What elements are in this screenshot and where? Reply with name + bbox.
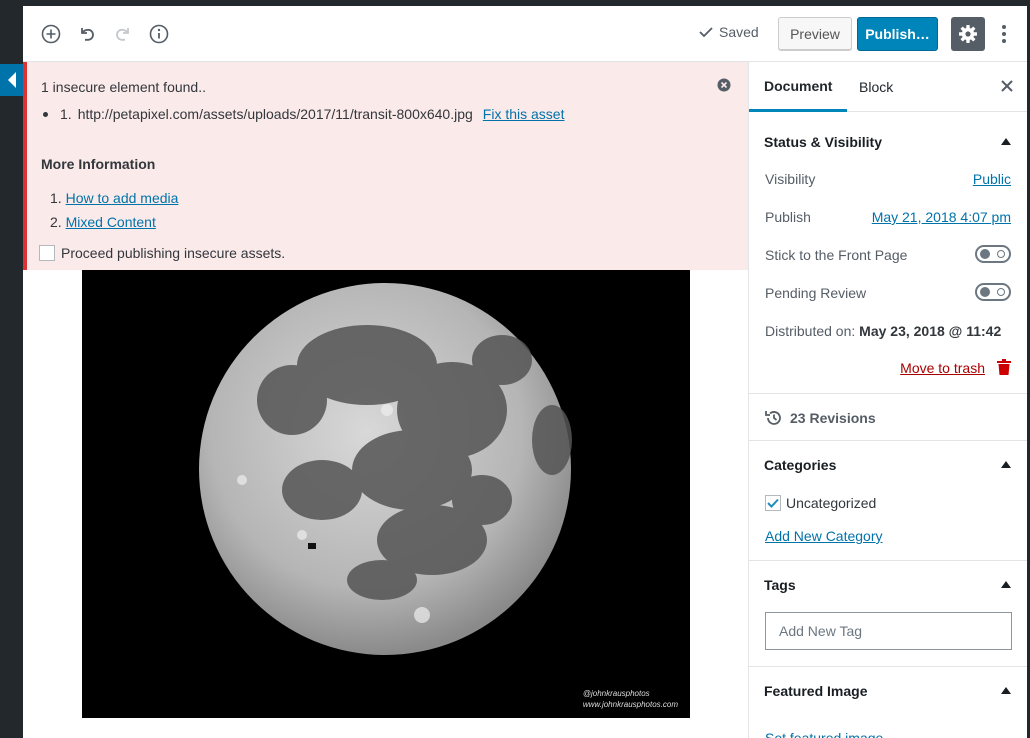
gear-icon: [959, 25, 977, 43]
sticky-label: Stick to the Front Page: [765, 247, 908, 263]
category-item[interactable]: Uncategorized: [765, 495, 876, 511]
sidebar-tabs: Document Block: [749, 62, 1027, 112]
checkmark-icon: [767, 498, 779, 508]
toggle-off-ring-icon: [997, 250, 1005, 258]
checkmark-icon: [699, 27, 713, 38]
watermark-site: www.johnkrausphotos.com: [582, 700, 678, 709]
tab-block[interactable]: Block: [859, 62, 893, 112]
proceed-checkbox[interactable]: [39, 245, 55, 261]
settings-button[interactable]: [951, 17, 985, 51]
editor-header: Saved Preview Publish…: [23, 6, 1027, 62]
asset-number: 1.: [60, 106, 72, 122]
saved-label: Saved: [719, 24, 759, 40]
history-icon: [765, 411, 781, 425]
more-options-button[interactable]: [993, 22, 1015, 46]
category-checkbox[interactable]: [765, 495, 781, 511]
divider: [749, 393, 1027, 394]
distributed-info: Distributed on: May 23, 2018 @ 11:42: [765, 323, 1001, 339]
collapse-arrow-icon: [8, 72, 16, 88]
insecure-asset-item: 1. http://petapixel.com/assets/uploads/2…: [41, 106, 565, 122]
toggle-knob: [980, 287, 990, 297]
tab-document[interactable]: Document: [749, 62, 848, 112]
vertical-ellipsis-icon: [1002, 25, 1006, 43]
collapse-caret-icon[interactable]: [1001, 581, 1011, 588]
toggle-off-ring-icon: [997, 288, 1005, 296]
add-new-category-link[interactable]: Add New Category: [765, 528, 883, 544]
dismiss-notice-button[interactable]: [717, 78, 731, 92]
revisions-label: 23 Revisions: [790, 410, 876, 426]
visibility-label: Visibility: [765, 171, 816, 187]
publish-button[interactable]: Publish…: [857, 17, 938, 51]
trash-icon[interactable]: [997, 359, 1011, 378]
divider: [749, 666, 1027, 667]
undo-icon[interactable]: [75, 22, 99, 46]
admin-menu-toggle[interactable]: [0, 64, 23, 96]
close-circle-icon: [717, 78, 731, 92]
featured-image-title[interactable]: Featured Image: [764, 683, 867, 699]
visibility-value-link[interactable]: Public: [973, 171, 1011, 187]
add-tag-input[interactable]: [765, 612, 1012, 650]
add-block-icon[interactable]: [39, 22, 63, 46]
toggle-knob: [980, 249, 990, 259]
distributed-prefix: Distributed on:: [765, 323, 856, 339]
moon-graphic: [199, 283, 572, 655]
help-link-item: 2. Mixed Content: [50, 214, 156, 230]
saved-status: Saved: [699, 24, 759, 40]
category-label: Uncategorized: [786, 495, 877, 511]
divider: [749, 560, 1027, 561]
pending-review-toggle[interactable]: [975, 283, 1011, 301]
moon-image[interactable]: @johnkrausphotos www.johnkrausphotos.com: [82, 270, 690, 718]
pending-review-label: Pending Review: [765, 285, 867, 301]
admin-sidebar-collapsed: [0, 6, 23, 738]
settings-sidebar: Document Block Status & Visibility Visib…: [748, 62, 1027, 738]
collapse-caret-icon[interactable]: [1001, 687, 1011, 694]
close-sidebar-button[interactable]: [1000, 79, 1014, 93]
proceed-checkbox-row[interactable]: Proceed publishing insecure assets.: [39, 245, 285, 261]
list-number: 2.: [50, 214, 62, 230]
notice-title: 1 insecure element found..: [41, 79, 206, 95]
more-info-heading: More Information: [41, 156, 156, 172]
collapse-caret-icon[interactable]: [1001, 461, 1011, 468]
fix-asset-link[interactable]: Fix this asset: [483, 106, 565, 122]
revisions-row[interactable]: 23 Revisions: [765, 409, 876, 427]
collapse-caret-icon[interactable]: [1001, 138, 1011, 145]
photo-watermark: @johnkrausphotos www.johnkrausphotos.com: [583, 688, 678, 710]
insecure-assets-notice: 1 insecure element found.. 1. http://pet…: [23, 62, 748, 270]
help-link-item: 1. How to add media: [50, 190, 178, 206]
editor: Saved Preview Publish… 1 insecure elemen…: [23, 6, 1027, 738]
list-number: 1.: [50, 190, 62, 206]
preview-button[interactable]: Preview: [778, 17, 852, 51]
tags-title[interactable]: Tags: [764, 577, 796, 593]
publish-label: Publish: [765, 209, 811, 225]
proceed-label: Proceed publishing insecure assets.: [61, 245, 286, 261]
distributed-date: May 23, 2018 @ 11:42: [859, 323, 1002, 339]
divider: [749, 440, 1027, 441]
sticky-toggle[interactable]: [975, 245, 1011, 263]
info-icon[interactable]: [147, 22, 171, 46]
publish-date-link[interactable]: May 21, 2018 4:07 pm: [872, 209, 1011, 225]
asset-url: http://petapixel.com/assets/uploads/2017…: [77, 106, 473, 122]
set-featured-image-link[interactable]: Set featured image: [765, 730, 883, 738]
how-to-add-media-link[interactable]: How to add media: [66, 190, 179, 206]
status-visibility-title[interactable]: Status & Visibility: [764, 134, 882, 150]
watermark-handle: @johnkrausphotos: [582, 689, 650, 698]
categories-title[interactable]: Categories: [764, 457, 836, 473]
move-to-trash-link[interactable]: Move to trash: [900, 360, 985, 376]
redo-icon[interactable]: [111, 22, 135, 46]
mixed-content-link[interactable]: Mixed Content: [66, 214, 156, 230]
bullet: [43, 111, 48, 117]
close-icon: [1001, 80, 1013, 92]
